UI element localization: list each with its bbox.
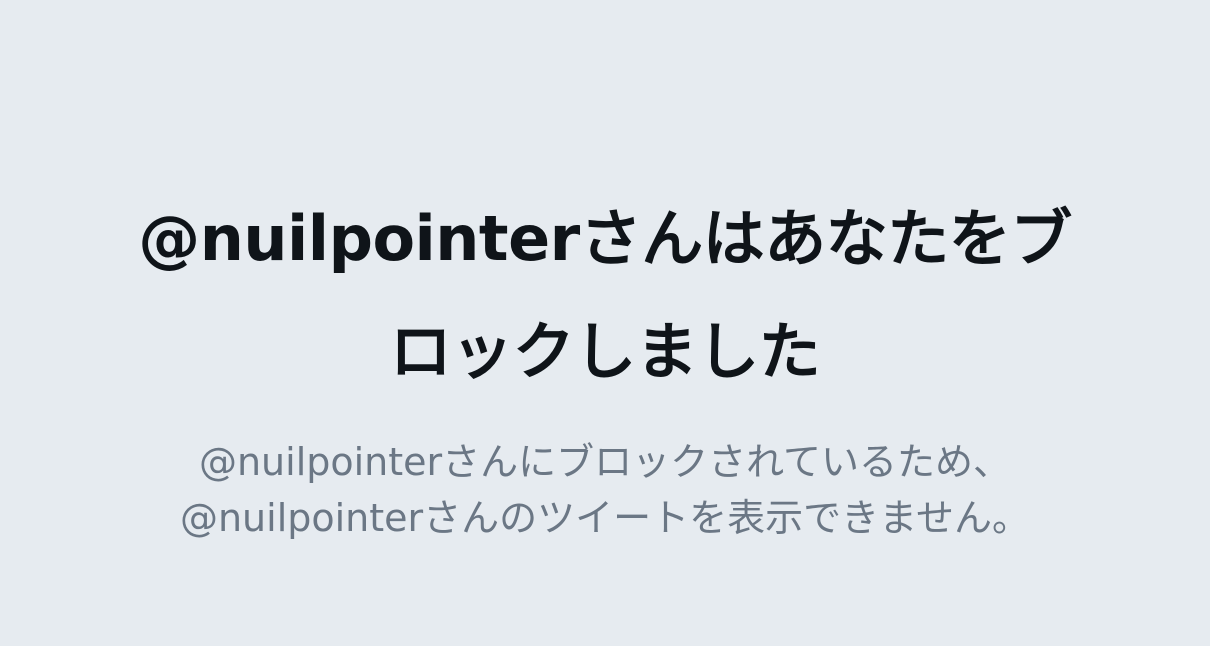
blocked-notice: @nuilpointerさんはあなたをブ ロックしました @nuilpointe… [0, 0, 1210, 646]
blocked-title-line-1: @nuilpointerさんはあなたをブ [138, 202, 1072, 275]
blocked-message-line-1: @nuilpointerさんにブロックされているため、 [198, 440, 1012, 484]
blocked-title-line-2: ロックしました [389, 315, 821, 388]
blocked-message-line-2: @nuilpointerさんのツイートを表示できません。 [179, 496, 1031, 540]
